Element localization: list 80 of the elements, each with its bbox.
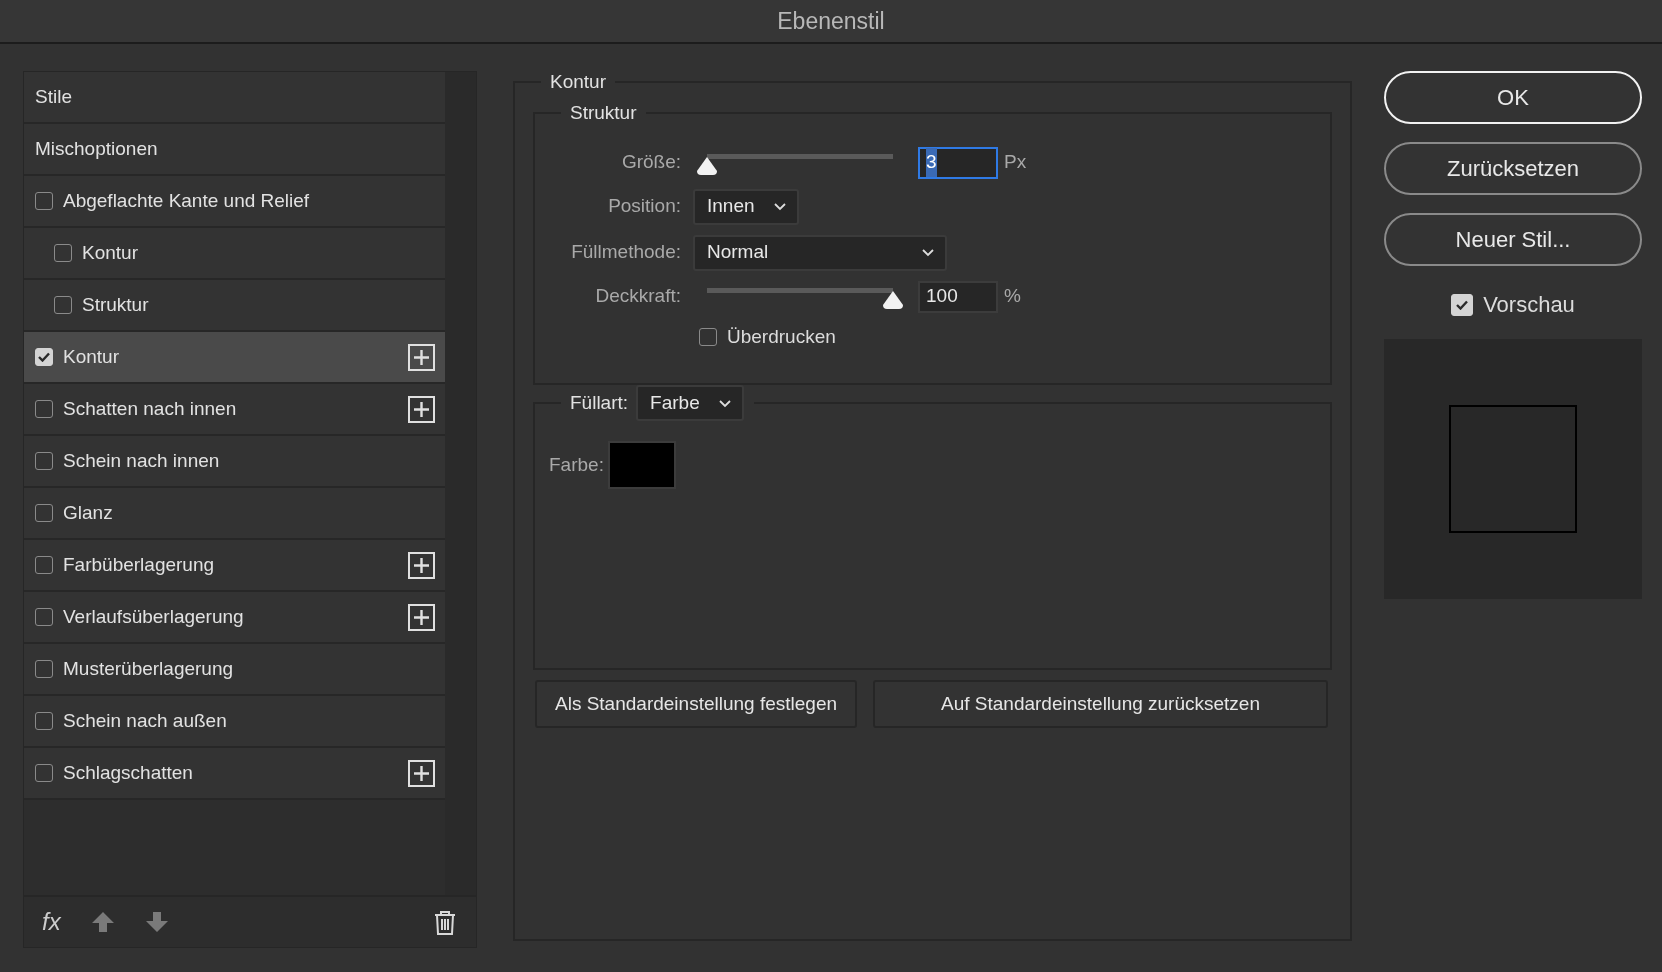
group-title: Kontur bbox=[549, 71, 607, 94]
blend-mode-dropdown[interactable]: Normal bbox=[693, 234, 947, 271]
number-field[interactable]: 3 bbox=[918, 146, 998, 179]
unit-label: Px bbox=[1004, 150, 1027, 175]
checkbox[interactable] bbox=[699, 327, 717, 346]
dialog-button[interactable]: Zurücksetzen bbox=[1384, 142, 1642, 195]
checkbox[interactable] bbox=[35, 452, 53, 470]
item-label: Schatten nach innen bbox=[63, 396, 237, 421]
trash-icon[interactable] bbox=[434, 909, 456, 935]
item-label: Schlagschatten bbox=[63, 760, 193, 785]
number-field[interactable]: 100 bbox=[918, 280, 998, 313]
item-label: Stile bbox=[35, 84, 72, 109]
style-list-item[interactable]: Schein nach außen bbox=[24, 696, 445, 748]
item-label: Farbüberlagerung bbox=[63, 552, 215, 577]
style-list-item[interactable]: Mischoptionen bbox=[24, 124, 445, 176]
style-list-item[interactable]: Kontur bbox=[24, 332, 445, 384]
move-up-icon[interactable] bbox=[90, 911, 115, 933]
effects-button[interactable]: fx bbox=[38, 910, 65, 934]
checkbox[interactable] bbox=[54, 244, 72, 262]
checkbox[interactable] bbox=[35, 764, 53, 782]
chevron-icon bbox=[718, 398, 733, 408]
checkbox[interactable] bbox=[35, 556, 53, 574]
add-icon[interactable] bbox=[408, 343, 435, 371]
style-list-item[interactable]: Musterüberlagerung bbox=[24, 644, 445, 696]
item-label: Mischoptionen bbox=[35, 136, 158, 161]
checkbox[interactable] bbox=[35, 608, 53, 626]
style-list-item[interactable]: Schein nach innen bbox=[24, 436, 445, 488]
check-icon bbox=[1456, 299, 1469, 310]
group-title: Struktur bbox=[569, 101, 638, 125]
field-label: Größe: bbox=[620, 150, 681, 175]
item-label: Kontur bbox=[82, 240, 138, 265]
checkbox[interactable] bbox=[35, 192, 53, 210]
chevron-icon bbox=[773, 202, 787, 212]
window-title: Ebenenstil bbox=[777, 6, 885, 36]
chevron-icon bbox=[921, 248, 935, 258]
unit-label: % bbox=[1004, 284, 1021, 309]
item-label: Kontur bbox=[63, 344, 119, 369]
checkbox[interactable] bbox=[35, 400, 53, 418]
style-list-item[interactable]: Farbüberlagerung bbox=[24, 540, 445, 592]
item-label: Glanz bbox=[63, 500, 113, 525]
fill-type-dropdown[interactable]: Farbe bbox=[636, 385, 745, 422]
item-label: Verlaufsüberlagerung bbox=[63, 604, 244, 629]
checkbox[interactable] bbox=[54, 296, 72, 314]
color-swatch[interactable] bbox=[607, 441, 676, 490]
style-list-item[interactable]: Stile bbox=[24, 72, 445, 124]
item-label: Schein nach innen bbox=[63, 448, 220, 473]
field-label: Füllmethode: bbox=[570, 240, 681, 265]
item-label: Schein nach außen bbox=[63, 708, 227, 733]
style-list-item[interactable]: Abgeflachte Kante und Relief bbox=[24, 176, 445, 228]
item-label: Struktur bbox=[82, 292, 149, 317]
add-icon[interactable] bbox=[408, 603, 435, 631]
field-label: Deckkraft: bbox=[594, 284, 681, 309]
dialog-button[interactable]: OK bbox=[1384, 71, 1642, 124]
checkbox[interactable] bbox=[35, 660, 53, 678]
checkbox[interactable] bbox=[35, 504, 53, 522]
style-list-item[interactable]: Schatten nach innen bbox=[24, 384, 445, 436]
item-label: Abgeflachte Kante und Relief bbox=[63, 188, 310, 213]
add-icon[interactable] bbox=[408, 551, 435, 579]
field-label: Farbe: bbox=[549, 452, 604, 477]
checkbox-label: Überdrucken bbox=[727, 324, 836, 349]
dialog-button[interactable]: Neuer Stil... bbox=[1384, 213, 1642, 266]
default-settings-button[interactable]: Auf Standardeinstellung zurücksetzen bbox=[873, 680, 1328, 729]
slider-thumb[interactable] bbox=[882, 289, 904, 310]
checkbox[interactable] bbox=[35, 712, 53, 730]
default-settings-button[interactable]: Als Standardeinstellung festlegen bbox=[535, 680, 858, 729]
item-label: Musterüberlagerung bbox=[63, 656, 234, 681]
style-list-item[interactable]: Glanz bbox=[24, 488, 445, 540]
field-label: Position: bbox=[607, 194, 681, 219]
check-icon bbox=[38, 352, 50, 362]
move-down-icon[interactable] bbox=[144, 911, 169, 933]
checkbox-label: Vorschau bbox=[1483, 291, 1575, 319]
style-list-item[interactable]: Kontur bbox=[24, 228, 445, 280]
slider-thumb[interactable] bbox=[696, 155, 718, 176]
add-icon[interactable] bbox=[408, 395, 435, 423]
style-list-item[interactable]: Struktur bbox=[24, 280, 445, 332]
position-dropdown[interactable]: Innen bbox=[693, 188, 799, 225]
style-list-item[interactable]: Verlaufsüberlagerung bbox=[24, 592, 445, 644]
add-icon[interactable] bbox=[408, 759, 435, 787]
field-label: Füllart: bbox=[570, 391, 629, 415]
style-list-item[interactable]: Schlagschatten bbox=[24, 748, 445, 800]
